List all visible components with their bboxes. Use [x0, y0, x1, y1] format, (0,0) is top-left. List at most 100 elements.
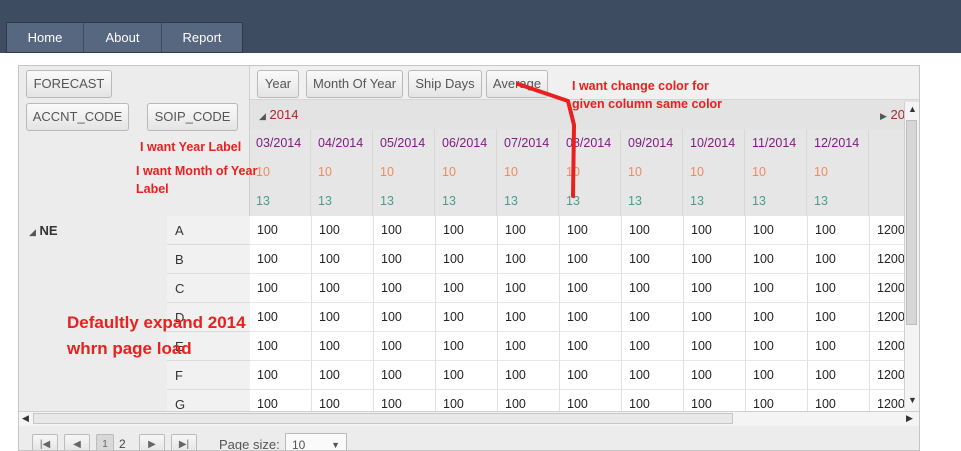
- nav-report[interactable]: Report: [162, 23, 242, 52]
- accnt-code-chip[interactable]: ACCNT_CODE: [26, 103, 129, 131]
- grid-cell: 100: [622, 216, 684, 245]
- page-1-button[interactable]: 1: [96, 434, 114, 450]
- column-headers: 03/2014 04/2014 05/2014 06/2014 07/2014 08/20…: [250, 129, 919, 216]
- grid-cell: 100: [498, 390, 560, 411]
- average-header-6: 13: [622, 187, 683, 216]
- grid-cell: 100: [374, 303, 436, 332]
- scroll-down-icon[interactable]: ▼: [908, 394, 917, 406]
- horizontal-scrollbar[interactable]: ◀ ▶: [19, 411, 919, 426]
- grid-cell: 100: [622, 245, 684, 274]
- region-expander[interactable]: ◢ NE: [29, 216, 58, 247]
- grid-cell: 100: [312, 216, 374, 245]
- scroll-up-icon[interactable]: ▲: [908, 103, 917, 115]
- grid-cell: 100: [746, 274, 808, 303]
- soip-code-chip[interactable]: SOIP_CODE: [147, 103, 238, 131]
- year-chip[interactable]: Year: [257, 70, 299, 98]
- month-header-1: 04/2014: [312, 129, 373, 158]
- average-header-7: 13: [684, 187, 745, 216]
- first-page-icon[interactable]: |◀: [32, 434, 58, 450]
- pivot-grid: FORECAST ACCNT_CODE SOIP_CODE Year Month…: [18, 65, 920, 451]
- grid-cell: 100: [312, 390, 374, 411]
- grid-cell: 100: [374, 390, 436, 411]
- grid-cell: 1200: [870, 361, 904, 390]
- nav-home[interactable]: Home: [7, 23, 84, 52]
- scroll-right-icon[interactable]: ▶: [906, 412, 913, 424]
- grid-cell: 100: [808, 245, 870, 274]
- grid-cell: 100: [746, 245, 808, 274]
- grid-cell: 100: [498, 332, 560, 361]
- next-year-expander[interactable]: ▶ 20: [880, 100, 905, 131]
- ship-days-header-5: 10: [560, 158, 621, 187]
- month-header-6: 09/2014: [622, 129, 683, 158]
- annotation-expand-1: Defaultly expand 2014: [67, 313, 246, 332]
- last-page-icon[interactable]: ▶|: [171, 434, 197, 450]
- year-expander[interactable]: ◢ 2014: [259, 100, 298, 131]
- grid-cell: 100: [436, 216, 498, 245]
- grid-cell: 100: [250, 361, 312, 390]
- annotation-color-2: given column same color: [572, 97, 723, 111]
- grid-cell: 100: [684, 303, 746, 332]
- next-year-label: 20: [890, 107, 906, 122]
- annotation-month-label-1: I want Month of Year: [136, 164, 258, 178]
- grid-cell: 100: [808, 332, 870, 361]
- grid-cell: 100: [312, 245, 374, 274]
- grid-cell: 100: [808, 390, 870, 411]
- page-size-select[interactable]: 10 ▼: [285, 433, 347, 450]
- month-header-3: 06/2014: [436, 129, 497, 158]
- scroll-left-icon[interactable]: ◀: [22, 412, 29, 424]
- grid-cell: 1200: [870, 274, 904, 303]
- prev-page-icon[interactable]: ◀: [64, 434, 90, 450]
- grid-cell: 100: [436, 274, 498, 303]
- grid-cell: 100: [684, 390, 746, 411]
- grid-cell: 100: [560, 390, 622, 411]
- nav-about[interactable]: About: [84, 23, 162, 52]
- average-header-5: 13: [560, 187, 621, 216]
- horizontal-scroll-thumb[interactable]: [33, 413, 733, 424]
- grid-cell: 100: [250, 216, 312, 245]
- grid-cell: 100: [746, 361, 808, 390]
- grid-cell: 100: [808, 216, 870, 245]
- forecast-chip[interactable]: FORECAST: [26, 70, 112, 98]
- month-header-4: 07/2014: [498, 129, 559, 158]
- grid-cell: 100: [746, 390, 808, 411]
- grid-cell: 100: [374, 245, 436, 274]
- data-grid: 100 100 100 100 100 100 100 100 100 100 1200 100 100…: [250, 216, 904, 411]
- grid-cell: 100: [560, 245, 622, 274]
- grid-cell: 100: [312, 332, 374, 361]
- ship-days-header-6: 10: [622, 158, 683, 187]
- grid-cell: 100: [250, 274, 312, 303]
- average-header-1: 13: [312, 187, 373, 216]
- next-page-icon[interactable]: ▶: [139, 434, 165, 450]
- grid-cell: 1200: [870, 303, 904, 332]
- month-of-year-chip[interactable]: Month Of Year: [306, 70, 403, 98]
- grid-cell: 100: [622, 390, 684, 411]
- vertical-scrollbar[interactable]: ▲ ▼: [904, 102, 919, 408]
- vertical-scroll-thumb[interactable]: [906, 120, 917, 325]
- grid-cell: 100: [746, 303, 808, 332]
- grid-cell: 1200: [870, 245, 904, 274]
- annotation-month-label-2: Label: [136, 182, 169, 196]
- grid-cell: 100: [436, 303, 498, 332]
- average-chip[interactable]: Average: [486, 70, 548, 98]
- average-header-2: 13: [374, 187, 435, 216]
- year-label: 2014: [269, 107, 299, 122]
- grid-cell: 100: [498, 216, 560, 245]
- grid-cell: 100: [250, 332, 312, 361]
- grid-cell: 100: [498, 303, 560, 332]
- month-header-0: 03/2014: [250, 129, 311, 158]
- grid-cell: 100: [312, 274, 374, 303]
- ship-days-header-1: 10: [312, 158, 373, 187]
- grid-cell: 100: [622, 303, 684, 332]
- grid-cell: 100: [374, 332, 436, 361]
- grid-cell: 100: [560, 361, 622, 390]
- grid-cell: 100: [684, 361, 746, 390]
- grid-cell: 100: [746, 216, 808, 245]
- collapse-triangle-icon: ◢: [29, 227, 36, 237]
- grid-cell: 100: [808, 274, 870, 303]
- grid-cell: 1200: [870, 216, 904, 245]
- grid-cell: 100: [684, 216, 746, 245]
- grid-cell: 100: [436, 332, 498, 361]
- ship-days-chip[interactable]: Ship Days: [408, 70, 482, 98]
- ship-days-header-3: 10: [436, 158, 497, 187]
- ship-days-header-4: 10: [498, 158, 559, 187]
